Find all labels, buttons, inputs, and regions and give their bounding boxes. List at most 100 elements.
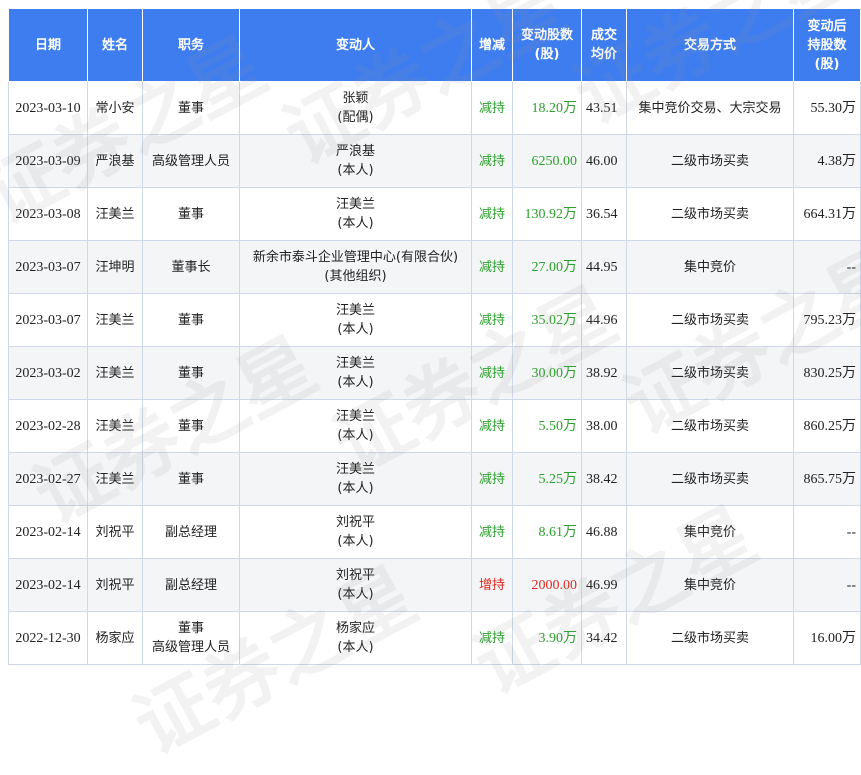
cell-direction: 减持 (471, 81, 513, 135)
header-direction: 增减 (471, 8, 513, 82)
cell-direction: 减持 (471, 505, 513, 559)
cell-name: 杨家应 (87, 611, 143, 665)
cell-holding: 664.31万 (793, 187, 861, 241)
cell-changer: 汪美兰 (本人) (239, 187, 472, 241)
cell-price: 43.51 (581, 81, 627, 135)
cell-direction: 减持 (471, 399, 513, 453)
cell-direction: 减持 (471, 187, 513, 241)
cell-method: 二级市场买卖 (626, 293, 794, 347)
cell-name: 严浪基 (87, 134, 143, 188)
cell-changer: 严浪基 (本人) (239, 134, 472, 188)
cell-method: 二级市场买卖 (626, 399, 794, 453)
cell-date: 2023-03-09 (8, 134, 88, 188)
cell-price: 38.00 (581, 399, 627, 453)
cell-direction: 减持 (471, 346, 513, 400)
cell-holding: -- (793, 505, 861, 559)
header-price: 成交 均价 (581, 8, 627, 82)
cell-holding: 860.25万 (793, 399, 861, 453)
cell-position: 董事长 (142, 240, 240, 294)
cell-shares: 18.20万 (512, 81, 582, 135)
cell-position: 副总经理 (142, 558, 240, 612)
cell-direction: 减持 (471, 134, 513, 188)
cell-name: 常小安 (87, 81, 143, 135)
header-position: 职务 (142, 8, 240, 82)
cell-holding: 55.30万 (793, 81, 861, 135)
header-date: 日期 (8, 8, 88, 82)
cell-price: 38.42 (581, 452, 627, 506)
cell-changer: 汪美兰 (本人) (239, 399, 472, 453)
cell-changer: 刘祝平 (本人) (239, 558, 472, 612)
cell-price: 46.99 (581, 558, 627, 612)
table-row: 2023-02-27 汪美兰 董事 汪美兰 (本人) 减持 5.25万 38.42 二级市场买卖… (8, 452, 861, 506)
cell-date: 2023-03-07 (8, 293, 88, 347)
cell-shares: 5.25万 (512, 452, 582, 506)
cell-date: 2023-02-27 (8, 452, 88, 506)
cell-position: 董事 (142, 293, 240, 347)
cell-price: 44.95 (581, 240, 627, 294)
cell-date: 2023-02-14 (8, 558, 88, 612)
cell-holding: 16.00万 (793, 611, 861, 665)
cell-price: 44.96 (581, 293, 627, 347)
table-row: 2023-03-07 汪坤明 董事长 新余市泰斗企业管理中心(有限合伙) (其他组织) 减… (8, 240, 861, 294)
cell-holding: -- (793, 558, 861, 612)
cell-method: 集中竞价 (626, 558, 794, 612)
cell-direction: 减持 (471, 452, 513, 506)
cell-date: 2022-12-30 (8, 611, 88, 665)
table-body: 2023-03-10 常小安 董事 张颖 (配偶) 减持 18.20万 43.51 集中竞价交易… (8, 81, 861, 665)
cell-direction: 减持 (471, 240, 513, 294)
cell-direction: 减持 (471, 293, 513, 347)
table-header-row: 日期 姓名 职务 变动人 增减 变动股数 (股) 成交 均价 交易方式 变动后 持股数 (股) (8, 8, 861, 82)
cell-name: 刘祝平 (87, 558, 143, 612)
cell-name: 汪美兰 (87, 187, 143, 241)
cell-date: 2023-03-08 (8, 187, 88, 241)
cell-shares: 5.50万 (512, 399, 582, 453)
cell-method: 集中竞价 (626, 240, 794, 294)
table-row: 2023-03-08 汪美兰 董事 汪美兰 (本人) 减持 130.92万 36.54 二级市场… (8, 187, 861, 241)
cell-shares: 130.92万 (512, 187, 582, 241)
table-row: 2023-03-07 汪美兰 董事 汪美兰 (本人) 减持 35.02万 44.96 二级市场买… (8, 293, 861, 347)
cell-shares: 6250.00 (512, 134, 582, 188)
header-changer: 变动人 (239, 8, 472, 82)
cell-date: 2023-03-02 (8, 346, 88, 400)
cell-name: 汪坤明 (87, 240, 143, 294)
table-row: 2023-02-28 汪美兰 董事 汪美兰 (本人) 减持 5.50万 38.00 二级市场买卖… (8, 399, 861, 453)
header-method: 交易方式 (626, 8, 794, 82)
table-row: 2023-02-14 刘祝平 副总经理 刘祝平 (本人) 增持 2000.00 46.99 集中… (8, 558, 861, 612)
cell-changer: 刘祝平 (本人) (239, 505, 472, 559)
cell-name: 汪美兰 (87, 293, 143, 347)
table-row: 2022-12-30 杨家应 董事 高级管理人员 杨家应 (本人) 减持 3.90万 34.42… (8, 611, 861, 665)
cell-name: 汪美兰 (87, 399, 143, 453)
cell-changer: 杨家应 (本人) (239, 611, 472, 665)
cell-shares: 8.61万 (512, 505, 582, 559)
cell-holding: 865.75万 (793, 452, 861, 506)
cell-direction: 增持 (471, 558, 513, 612)
cell-method: 集中竞价交易、大宗交易 (626, 81, 794, 135)
insider-trading-table: 日期 姓名 职务 变动人 增减 变动股数 (股) 成交 均价 交易方式 变动后 持股数 (股) 2023… (8, 8, 861, 665)
cell-holding: 795.23万 (793, 293, 861, 347)
cell-date: 2023-03-10 (8, 81, 88, 135)
header-holding: 变动后 持股数 (股) (793, 8, 861, 82)
cell-changer: 汪美兰 (本人) (239, 293, 472, 347)
cell-shares: 35.02万 (512, 293, 582, 347)
cell-name: 汪美兰 (87, 346, 143, 400)
table-row: 2023-03-02 汪美兰 董事 汪美兰 (本人) 减持 30.00万 38.92 二级市场买… (8, 346, 861, 400)
header-name: 姓名 (87, 8, 143, 82)
cell-method: 二级市场买卖 (626, 452, 794, 506)
cell-position: 董事 (142, 346, 240, 400)
cell-price: 46.88 (581, 505, 627, 559)
cell-position: 董事 高级管理人员 (142, 611, 240, 665)
cell-shares: 2000.00 (512, 558, 582, 612)
cell-position: 董事 (142, 452, 240, 506)
table-row: 2023-02-14 刘祝平 副总经理 刘祝平 (本人) 减持 8.61万 46.88 集中竞价… (8, 505, 861, 559)
cell-method: 集中竞价 (626, 505, 794, 559)
header-shares: 变动股数 (股) (512, 8, 582, 82)
cell-direction: 减持 (471, 611, 513, 665)
cell-changer: 新余市泰斗企业管理中心(有限合伙) (其他组织) (239, 240, 472, 294)
cell-position: 高级管理人员 (142, 134, 240, 188)
cell-price: 46.00 (581, 134, 627, 188)
cell-position: 董事 (142, 187, 240, 241)
cell-price: 38.92 (581, 346, 627, 400)
cell-position: 副总经理 (142, 505, 240, 559)
cell-holding: 830.25万 (793, 346, 861, 400)
cell-name: 刘祝平 (87, 505, 143, 559)
